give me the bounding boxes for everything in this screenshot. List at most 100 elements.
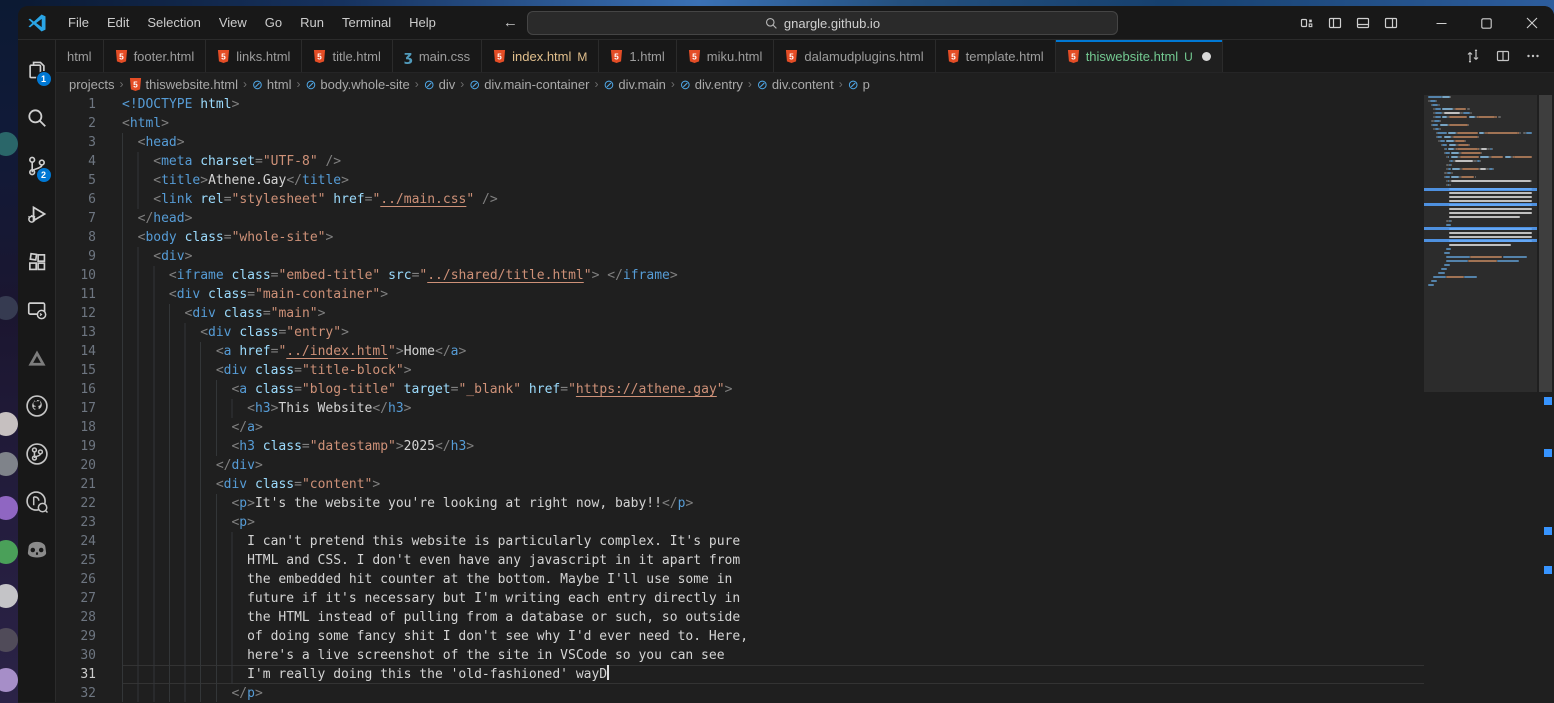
code-line-23[interactable]: <p>	[122, 513, 1424, 532]
line-number[interactable]: 12	[56, 304, 96, 323]
line-number[interactable]: 25	[56, 551, 96, 570]
code-line-30[interactable]: here's a live screenshot of the site in …	[122, 646, 1424, 665]
line-number[interactable]: 30	[56, 646, 96, 665]
code-line-12[interactable]: <div class="main">	[122, 304, 1424, 323]
code-line-31[interactable]: I'm really doing this the 'old-fashioned…	[122, 665, 1424, 684]
tab-html[interactable]: html	[56, 40, 104, 72]
line-number[interactable]: 22	[56, 494, 96, 513]
activity-item-extensions[interactable]	[18, 238, 56, 286]
code-line-28[interactable]: the HTML instead of pulling from a datab…	[122, 608, 1424, 627]
line-number[interactable]: 21	[56, 475, 96, 494]
toggle-secondary-sidebar-button[interactable]	[1377, 10, 1405, 36]
activity-item-remote-explorer[interactable]	[18, 286, 56, 334]
nav-back-button[interactable]: ←	[503, 14, 518, 31]
menu-terminal[interactable]: Terminal	[333, 12, 400, 33]
line-number[interactable]: 18	[56, 418, 96, 437]
toggle-panel-button[interactable]	[1349, 10, 1377, 36]
code-line-6[interactable]: <link rel="stylesheet" href="../main.css…	[122, 190, 1424, 209]
activity-item-explorer[interactable]: 1	[18, 46, 56, 94]
code-line-22[interactable]: <p>It's the website you're looking at ri…	[122, 494, 1424, 513]
activity-item-triangle-a-extension[interactable]	[18, 334, 56, 382]
line-number-gutter[interactable]: 1234567891011121314151617181920212223242…	[56, 95, 122, 702]
line-number[interactable]: 6	[56, 190, 96, 209]
code-line-10[interactable]: <iframe class="embed-title" src="../shar…	[122, 266, 1424, 285]
code-line-27[interactable]: future if it's necessary but I'm writing…	[122, 589, 1424, 608]
customize-layout-button[interactable]	[1293, 10, 1321, 36]
line-number[interactable]: 3	[56, 133, 96, 152]
line-number[interactable]: 24	[56, 532, 96, 551]
menu-file[interactable]: File	[59, 12, 98, 33]
tab-template.html[interactable]: 5template.html	[936, 40, 1056, 72]
activity-item-source-control[interactable]: 2	[18, 142, 56, 190]
toggle-primary-sidebar-button[interactable]	[1321, 10, 1349, 36]
line-number[interactable]: 19	[56, 437, 96, 456]
tab-thiswebsite.html[interactable]: 5thiswebsite.htmlU	[1056, 40, 1223, 72]
code-line-25[interactable]: HTML and CSS. I don't even have any java…	[122, 551, 1424, 570]
code-line-26[interactable]: the embedded hit counter at the bottom. …	[122, 570, 1424, 589]
code-line-8[interactable]: <body class="whole-site">	[122, 228, 1424, 247]
breadcrumb-item-thiswebsite.html[interactable]: 5thiswebsite.html	[129, 77, 238, 92]
code-line-24[interactable]: I can't pretend this website is particul…	[122, 532, 1424, 551]
line-number[interactable]: 5	[56, 171, 96, 190]
breadcrumb-item-div.main-container[interactable]: ⊘div.main-container	[469, 77, 589, 92]
breadcrumb-item-body.whole-site[interactable]: ⊘body.whole-site	[305, 77, 409, 92]
minimap-slider[interactable]	[1424, 95, 1537, 392]
tab-main.css[interactable]: ʒmain.css	[393, 40, 482, 72]
code-line-16[interactable]: <a class="blog-title" target="_blank" hr…	[122, 380, 1424, 399]
line-number[interactable]: 10	[56, 266, 96, 285]
scrollbar-slider[interactable]	[1539, 95, 1552, 392]
code-line-29[interactable]: of doing some fancy shit I don't see why…	[122, 627, 1424, 646]
menu-view[interactable]: View	[210, 12, 256, 33]
code-line-19[interactable]: <h3 class="datestamp">2025</h3>	[122, 437, 1424, 456]
line-number[interactable]: 15	[56, 361, 96, 380]
activity-item-run-debug[interactable]	[18, 190, 56, 238]
code-line-17[interactable]: <h3>This Website</h3>	[122, 399, 1424, 418]
code-line-18[interactable]: </a>	[122, 418, 1424, 437]
code-area[interactable]: <!DOCTYPE html><html><head><meta charset…	[122, 95, 1424, 702]
menu-selection[interactable]: Selection	[138, 12, 209, 33]
activity-item-git-inspect[interactable]	[18, 478, 56, 526]
unsaved-dot-icon[interactable]	[1202, 52, 1211, 61]
code-line-11[interactable]: <div class="main-container">	[122, 285, 1424, 304]
line-number[interactable]: 32	[56, 684, 96, 702]
code-line-32[interactable]: </p>	[122, 684, 1424, 702]
tab-title.html[interactable]: 5title.html	[302, 40, 392, 72]
maximize-button[interactable]	[1464, 6, 1509, 40]
command-center-search[interactable]: gnargle.github.io	[527, 11, 1118, 35]
breadcrumb-item-div.entry[interactable]: ⊘div.entry	[680, 77, 743, 92]
code-line-5[interactable]: <title>Athene.Gay</title>	[122, 171, 1424, 190]
line-number[interactable]: 4	[56, 152, 96, 171]
line-number[interactable]: 23	[56, 513, 96, 532]
line-number[interactable]: 20	[56, 456, 96, 475]
menu-run[interactable]: Run	[291, 12, 333, 33]
line-number[interactable]: 31	[56, 665, 96, 684]
code-line-20[interactable]: </div>	[122, 456, 1424, 475]
tab-index.html[interactable]: 5index.htmlM	[482, 40, 599, 72]
tab-footer.html[interactable]: 5footer.html	[104, 40, 207, 72]
minimap[interactable]	[1424, 95, 1537, 702]
menu-edit[interactable]: Edit	[98, 12, 138, 33]
breadcrumb-item-div[interactable]: ⊘div	[424, 77, 456, 92]
activity-item-git-branch-circle[interactable]	[18, 430, 56, 478]
line-number[interactable]: 26	[56, 570, 96, 589]
split-editor-button[interactable]	[1490, 44, 1516, 68]
line-number[interactable]: 13	[56, 323, 96, 342]
line-number[interactable]: 1	[56, 95, 96, 114]
menu-go[interactable]: Go	[256, 12, 291, 33]
code-line-9[interactable]: <div>	[122, 247, 1424, 266]
activity-item-search[interactable]	[18, 94, 56, 142]
line-number[interactable]: 17	[56, 399, 96, 418]
code-line-21[interactable]: <div class="content">	[122, 475, 1424, 494]
tab-dalamudplugins.html[interactable]: 5dalamudplugins.html	[774, 40, 935, 72]
vertical-scrollbar[interactable]	[1537, 95, 1554, 702]
line-number[interactable]: 29	[56, 627, 96, 646]
line-number[interactable]: 11	[56, 285, 96, 304]
breadcrumb-item-html[interactable]: ⊘html	[252, 77, 291, 92]
tab-links.html[interactable]: 5links.html	[206, 40, 302, 72]
code-line-14[interactable]: <a href="../index.html">Home</a>	[122, 342, 1424, 361]
breadcrumb-item-div.main[interactable]: ⊘div.main	[603, 77, 665, 92]
breadcrumb-item-projects[interactable]: projects	[69, 77, 115, 92]
code-line-4[interactable]: <meta charset="UTF-8" />	[122, 152, 1424, 171]
line-number[interactable]: 28	[56, 608, 96, 627]
activity-item-github[interactable]	[18, 382, 56, 430]
